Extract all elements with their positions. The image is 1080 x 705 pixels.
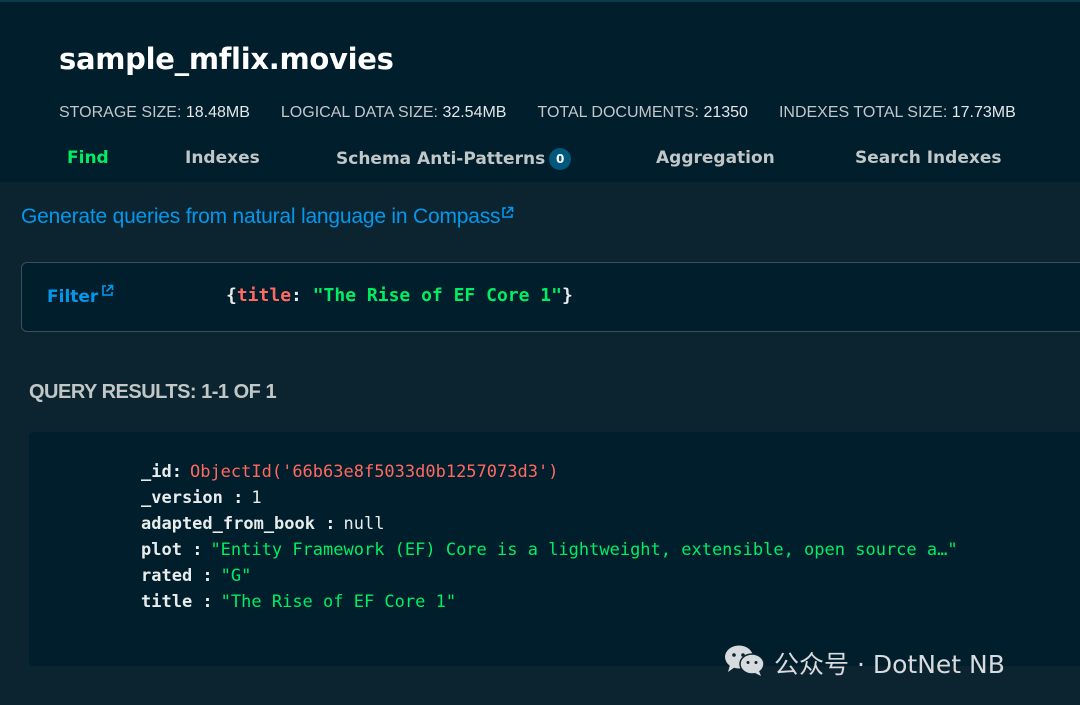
field-value: "G"	[220, 566, 252, 586]
collection-header: sample_mflix.movies STORAGE SIZE: 18.48M…	[0, 0, 1080, 182]
tab-search-indexes[interactable]: Search Indexes	[855, 148, 1001, 168]
find-view: Generate queries from natural language i…	[0, 182, 1080, 705]
stat-total-documents: TOTAL DOCUMENTS: 21350	[537, 104, 747, 122]
tab-indexes[interactable]: Indexes	[185, 148, 260, 168]
field-colon: :	[315, 514, 336, 534]
collection-title: sample_mflix.movies	[59, 42, 394, 76]
field-key: _version	[141, 488, 223, 508]
stat-label: INDEXES TOTAL SIZE:	[778, 104, 948, 121]
tab-aggregation[interactable]: Aggregation	[656, 148, 775, 168]
document-card[interactable]: _id: ObjectId('66b63e8f5033d0b1257073d3')…	[29, 432, 1080, 666]
stat-storage-size: STORAGE SIZE: 18.48MB	[59, 104, 250, 122]
watermark: 公众号 · DotNet NB	[724, 643, 1005, 683]
field-value: null	[343, 514, 385, 534]
filter-label: Filter	[47, 287, 99, 307]
document-field: rated : "G"	[141, 563, 958, 589]
field-colon: :	[192, 566, 213, 586]
field-key: rated	[141, 566, 193, 586]
document-fields: _id: ObjectId('66b63e8f5033d0b1257073d3')…	[141, 459, 958, 615]
filter-query-input[interactable]: {title: "The Rise of EF Core 1"}	[226, 285, 573, 306]
tab-schema-anti-patterns[interactable]: Schema Anti-Patterns 0	[336, 148, 572, 170]
filter-help-link[interactable]: Filter	[47, 282, 114, 307]
query-colon: :	[291, 285, 313, 306]
stat-value: 18.48MB	[185, 104, 250, 121]
brace-close: }	[561, 285, 573, 306]
stat-label: LOGICAL DATA SIZE:	[280, 104, 438, 121]
field-key: adapted_from_book	[141, 514, 315, 534]
stat-value: 17.73MB	[951, 104, 1016, 121]
tab-find[interactable]: Find	[67, 148, 109, 168]
filter-bar: Filter {title: "The Rise of EF Core 1"}	[21, 262, 1080, 332]
external-link-icon	[501, 201, 514, 225]
field-colon: :	[192, 592, 213, 612]
compass-natural-language-link[interactable]: Generate queries from natural language i…	[21, 201, 514, 229]
wechat-icon	[724, 643, 766, 683]
query-results-heading: QUERY RESULTS: 1-1 OF 1	[29, 381, 277, 403]
field-value: "Entity Framework (EF) Core is a lightwe…	[210, 540, 958, 560]
stat-logical-data-size: LOGICAL DATA SIZE: 32.54MB	[281, 104, 507, 122]
document-field: adapted_from_book : null	[141, 511, 958, 537]
query-key: title	[236, 285, 292, 306]
field-colon: :	[181, 540, 203, 560]
brace-open: {	[226, 285, 237, 306]
watermark-text: 公众号 · DotNet NB	[774, 650, 1005, 679]
anti-patterns-count-badge: 0	[549, 148, 572, 170]
document-field: title : "The Rise of EF Core 1"	[141, 589, 958, 615]
document-field: plot : "Entity Framework (EF) Core is a l…	[141, 537, 958, 563]
field-key: _id	[141, 462, 172, 482]
document-field: _version :1	[141, 485, 958, 511]
field-value: 1	[251, 488, 262, 508]
field-key: title	[141, 592, 193, 612]
tab-label: Schema Anti-Patterns	[336, 149, 546, 169]
field-colon: :	[171, 462, 182, 482]
query-value: "The Rise of EF Core 1"	[312, 285, 562, 306]
stat-indexes-total-size: INDEXES TOTAL SIZE: 17.73MB	[779, 104, 1016, 122]
field-colon: :	[222, 488, 244, 508]
stat-value: 32.54MB	[442, 104, 507, 121]
compass-link-text: Generate queries from natural language i…	[21, 205, 501, 228]
external-link-icon	[101, 282, 114, 302]
collection-stats: STORAGE SIZE: 18.48MB LOGICAL DATA SIZE:…	[59, 104, 1016, 122]
document-field: _id: ObjectId('66b63e8f5033d0b1257073d3')	[141, 459, 958, 485]
field-value: "The Rise of EF Core 1"	[220, 592, 457, 612]
stat-label: TOTAL DOCUMENTS:	[537, 104, 699, 121]
stat-value: 21350	[703, 104, 748, 121]
field-key: plot	[141, 540, 182, 560]
field-value: ObjectId('66b63e8f5033d0b1257073d3')	[189, 462, 559, 482]
stat-label: STORAGE SIZE:	[59, 104, 182, 121]
collection-tabs: Find Indexes Schema Anti-Patterns 0 Aggre…	[0, 148, 1080, 184]
